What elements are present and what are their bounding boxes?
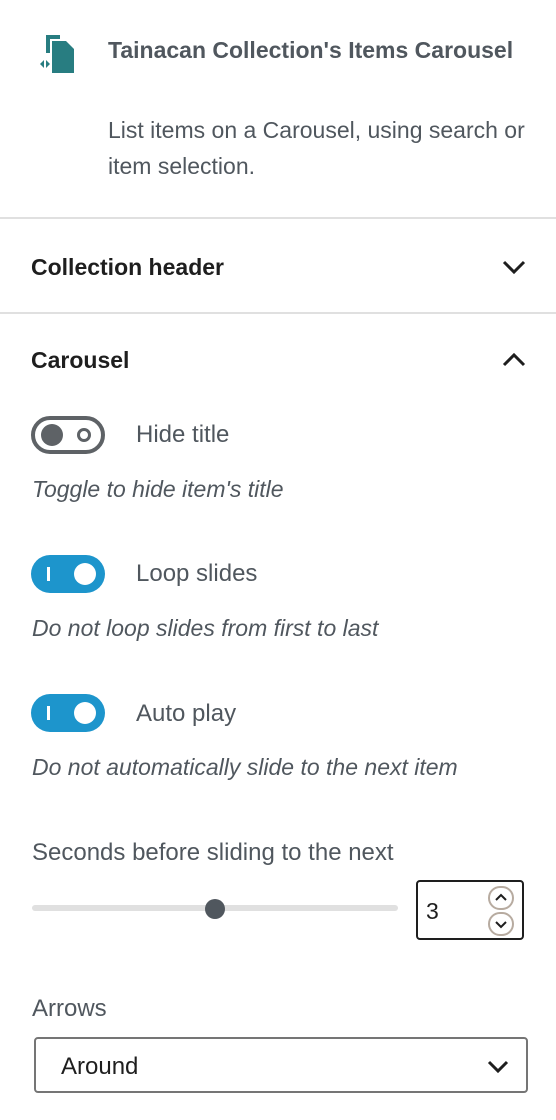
- panel-collection-header-toggle[interactable]: Collection header: [0, 221, 556, 313]
- chevron-down-icon: [495, 921, 507, 929]
- seconds-slider-thumb[interactable]: [205, 899, 225, 919]
- toggle-on-indicator: [47, 567, 50, 581]
- toggle-off-indicator: [77, 428, 91, 442]
- loop-slides-help: Do not loop slides from first to last: [32, 615, 379, 641]
- panel-carousel-toggle[interactable]: Carousel: [0, 314, 556, 406]
- arrows-selected-value: Around: [61, 1053, 139, 1080]
- block-card: Tainacan Collection's Items Carousel Lis…: [0, 0, 556, 219]
- arrows-label: Arrows: [32, 995, 107, 1022]
- loop-slides-toggle[interactable]: [31, 555, 105, 593]
- auto-play-toggle[interactable]: [31, 694, 105, 732]
- increment-button[interactable]: [488, 886, 514, 910]
- block-description: List items on a Carousel, using search o…: [108, 117, 525, 179]
- seconds-value: 3: [426, 898, 439, 924]
- hide-title-label[interactable]: Hide title: [136, 421, 229, 449]
- arrows-select[interactable]: Around: [34, 1037, 528, 1093]
- chevron-up-icon: [495, 893, 507, 901]
- block-title: Tainacan Collection's Items Carousel: [108, 37, 514, 63]
- panel-title-carousel: Carousel: [31, 347, 130, 373]
- seconds-label: Seconds before sliding to the next: [32, 839, 394, 866]
- hide-title-help: Toggle to hide item's title: [32, 476, 284, 502]
- toggle-on-indicator: [47, 706, 50, 720]
- toggle-knob: [74, 563, 96, 585]
- auto-play-label[interactable]: Auto play: [136, 700, 236, 728]
- chevron-down-icon: [500, 253, 528, 281]
- toggle-knob: [74, 702, 96, 724]
- toggle-knob: [41, 424, 63, 446]
- hide-title-toggle[interactable]: [31, 416, 105, 454]
- panel-title-collection-header: Collection header: [31, 254, 224, 280]
- loop-slides-label[interactable]: Loop slides: [136, 560, 257, 588]
- decrement-button[interactable]: [488, 912, 514, 936]
- chevron-down-icon: [484, 1052, 512, 1080]
- auto-play-help: Do not automatically slide to the next i…: [32, 754, 458, 780]
- seconds-number-input[interactable]: 3: [416, 880, 524, 940]
- carousel-block-icon: [36, 33, 80, 77]
- chevron-up-icon: [500, 346, 528, 374]
